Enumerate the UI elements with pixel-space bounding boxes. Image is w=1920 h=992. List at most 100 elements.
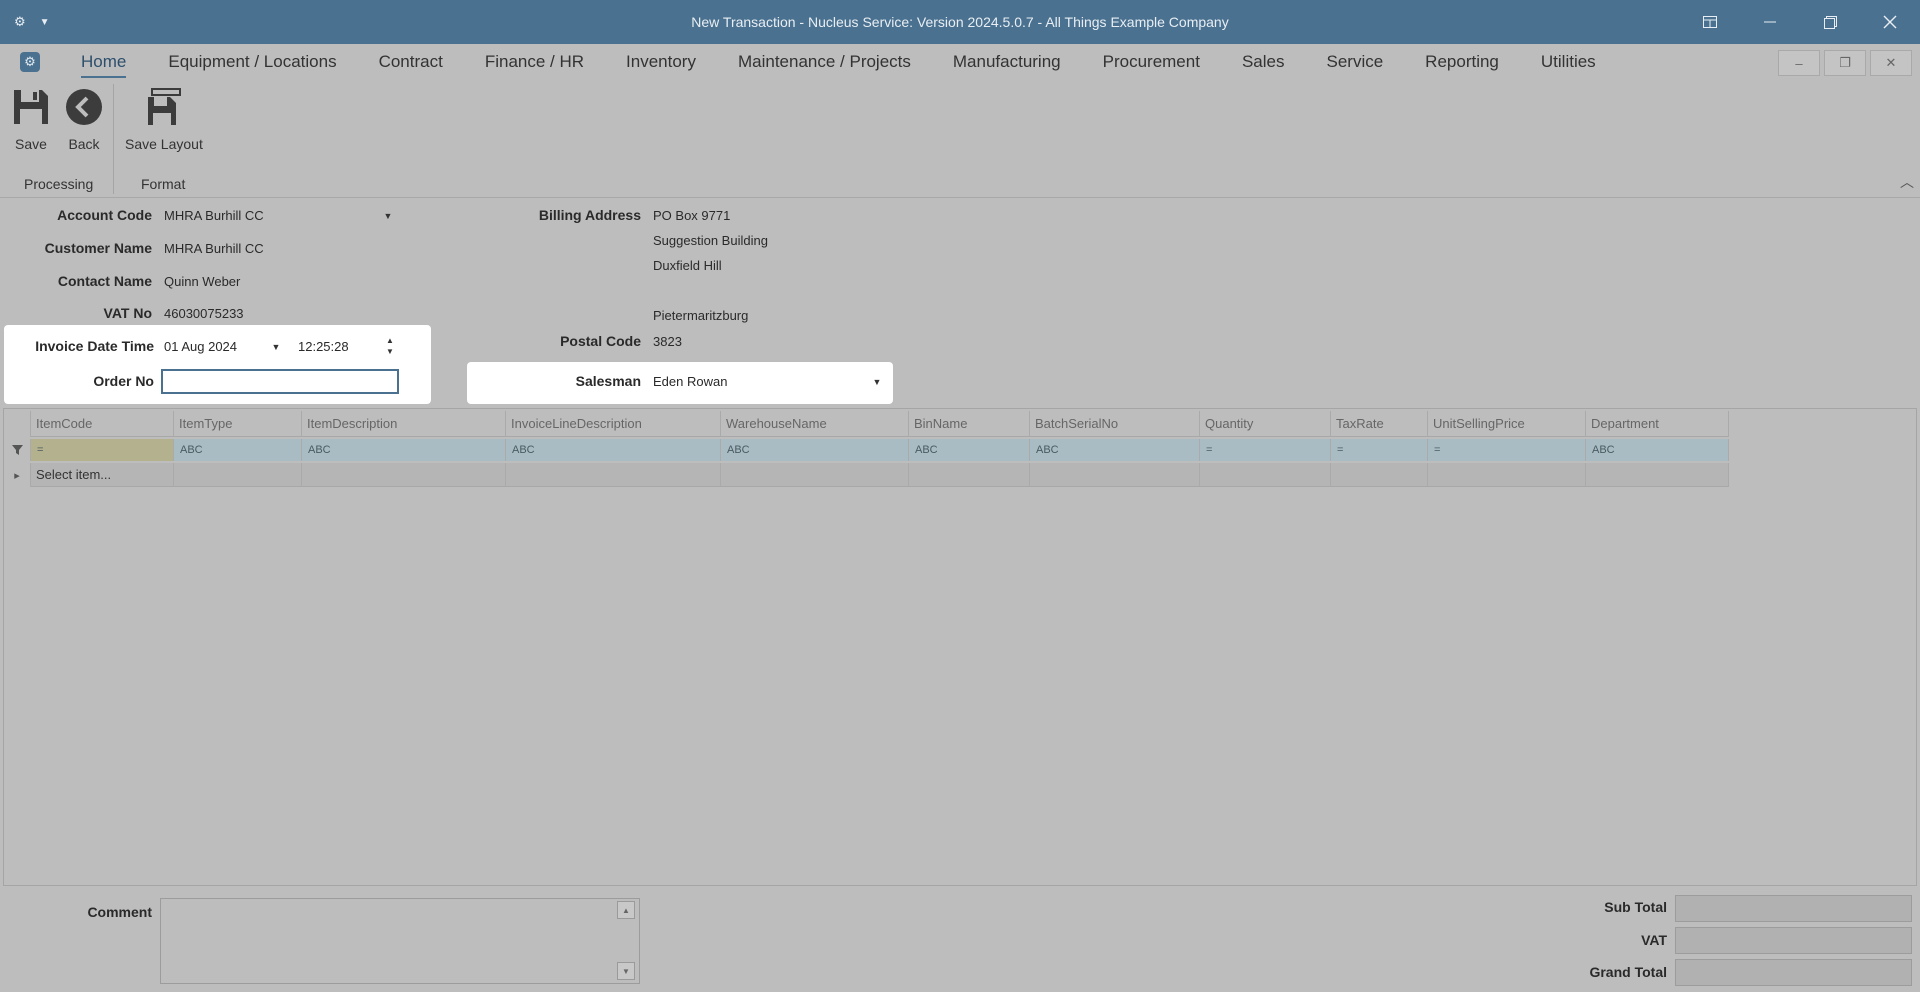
grid-cell[interactable]: [721, 463, 909, 487]
grid-cell[interactable]: [174, 463, 302, 487]
filter-cell[interactable]: =: [1331, 439, 1428, 461]
column-header[interactable]: TaxRate: [1331, 411, 1428, 437]
column-header[interactable]: BatchSerialNo: [1030, 411, 1200, 437]
column-header[interactable]: Department: [1586, 411, 1729, 437]
back-icon: [63, 86, 105, 128]
filter-icon[interactable]: [4, 439, 31, 461]
child-close-icon[interactable]: ✕: [1870, 50, 1912, 76]
customer-name-value: MHRA Burhill CC: [164, 241, 264, 256]
tab-service[interactable]: Service: [1326, 44, 1383, 80]
save-layout-label: Save Layout: [125, 136, 203, 152]
filter-cell[interactable]: ABC: [1586, 439, 1729, 461]
vat-no-value: 46030075233: [164, 306, 244, 321]
comment-label: Comment: [87, 904, 152, 920]
app-menu-icon[interactable]: ⚙: [20, 52, 40, 72]
tab-inventory[interactable]: Inventory: [626, 44, 696, 80]
grid-cell[interactable]: [1428, 463, 1586, 487]
filter-cell[interactable]: =: [31, 439, 174, 461]
grid-cell[interactable]: [1030, 463, 1200, 487]
column-header[interactable]: InvoiceLineDescription: [506, 411, 721, 437]
tab-home[interactable]: Home: [81, 44, 127, 80]
grid-cell[interactable]: [909, 463, 1030, 487]
tab-maintenance-projects[interactable]: Maintenance / Projects: [738, 44, 911, 80]
grid-cell[interactable]: [1331, 463, 1428, 487]
account-code-value[interactable]: MHRA Burhill CC: [164, 208, 264, 223]
postal-code-value: 3823: [653, 334, 682, 349]
new-item-cell[interactable]: Select item...: [31, 463, 174, 487]
collapse-ribbon-icon[interactable]: ︿: [1900, 172, 1914, 192]
ribbon-separator: [113, 84, 114, 194]
save-icon: [10, 86, 52, 128]
comment-textarea[interactable]: [160, 898, 640, 984]
window-controls: [1680, 0, 1920, 44]
save-label: Save: [15, 136, 47, 152]
billing-address-line-5: Pietermaritzburg: [653, 308, 749, 323]
invoice-date-dropdown-icon[interactable]: ▼: [271, 342, 281, 352]
grid-header-gutter: [4, 411, 31, 437]
comment-scroll-up-icon[interactable]: ▲: [617, 901, 635, 919]
column-header[interactable]: ItemDescription: [302, 411, 506, 437]
row-expand-icon[interactable]: ▸: [4, 463, 31, 487]
tab-utilities[interactable]: Utilities: [1541, 44, 1596, 80]
menu-bar: ⚙ Home Equipment / Locations Contract Fi…: [0, 44, 1920, 80]
tab-finance-hr[interactable]: Finance / HR: [485, 44, 584, 80]
filter-cell[interactable]: ABC: [1030, 439, 1200, 461]
vat-no-label: VAT No: [103, 305, 152, 321]
invoice-time-value[interactable]: 12:25:28: [298, 339, 349, 354]
account-code-label: Account Code: [57, 207, 152, 223]
tab-equipment-locations[interactable]: Equipment / Locations: [168, 44, 336, 80]
column-header[interactable]: UnitSellingPrice: [1428, 411, 1586, 437]
salesman-value[interactable]: Eden Rowan: [653, 374, 727, 389]
filter-cell[interactable]: ABC: [174, 439, 302, 461]
salesman-dropdown-icon[interactable]: ▼: [872, 377, 882, 387]
window-title: New Transaction - Nucleus Service: Versi…: [691, 14, 1229, 30]
column-header[interactable]: WarehouseName: [721, 411, 909, 437]
grid-cell[interactable]: [1200, 463, 1331, 487]
tab-procurement[interactable]: Procurement: [1103, 44, 1200, 80]
contact-name-value: Quinn Weber: [164, 274, 241, 289]
filter-cell[interactable]: =: [1428, 439, 1586, 461]
column-header[interactable]: Quantity: [1200, 411, 1331, 437]
line-items-grid: ItemCode ItemType ItemDescription Invoic…: [3, 408, 1917, 886]
filter-cell[interactable]: ABC: [721, 439, 909, 461]
tab-manufacturing[interactable]: Manufacturing: [953, 44, 1061, 80]
invoice-datetime-label: Invoice Date Time: [35, 338, 154, 354]
time-down-icon[interactable]: ▼: [385, 346, 395, 356]
layout-icon[interactable]: [1680, 0, 1740, 44]
tab-reporting[interactable]: Reporting: [1425, 44, 1499, 80]
invoice-date-value[interactable]: 01 Aug 2024: [164, 339, 237, 354]
minimize-icon[interactable]: [1740, 0, 1800, 44]
grid-header: ItemCode ItemType ItemDescription Invoic…: [4, 411, 1729, 437]
filter-cell[interactable]: ABC: [909, 439, 1030, 461]
child-restore-icon[interactable]: ❐: [1824, 50, 1866, 76]
filter-cell[interactable]: =: [1200, 439, 1331, 461]
child-window-controls: – ❐ ✕: [1778, 50, 1912, 76]
time-up-icon[interactable]: ▲: [385, 335, 395, 345]
back-button[interactable]: Back: [63, 86, 105, 152]
grid-cell[interactable]: [1586, 463, 1729, 487]
grand-total-label: Grand Total: [1589, 964, 1667, 980]
save-layout-icon: [143, 86, 185, 128]
save-layout-button[interactable]: Save Layout: [125, 86, 203, 152]
close-icon[interactable]: [1860, 0, 1920, 44]
vat-field: [1675, 927, 1912, 954]
menu-tabs: Home Equipment / Locations Contract Fina…: [81, 44, 1596, 80]
billing-address-line-3: Duxfield Hill: [653, 258, 722, 273]
tab-contract[interactable]: Contract: [379, 44, 443, 80]
column-header[interactable]: ItemCode: [31, 411, 174, 437]
grid-cell[interactable]: [506, 463, 721, 487]
back-label: Back: [68, 136, 100, 152]
filter-cell[interactable]: ABC: [506, 439, 721, 461]
order-no-input[interactable]: [161, 369, 399, 394]
column-header[interactable]: ItemType: [174, 411, 302, 437]
column-header[interactable]: BinName: [909, 411, 1030, 437]
child-minimize-icon[interactable]: –: [1778, 50, 1820, 76]
filter-cell[interactable]: ABC: [302, 439, 506, 461]
comment-scroll-down-icon[interactable]: ▼: [617, 962, 635, 980]
billing-address-label: Billing Address: [538, 207, 641, 223]
tab-sales[interactable]: Sales: [1242, 44, 1285, 80]
restore-icon[interactable]: [1800, 0, 1860, 44]
grid-cell[interactable]: [302, 463, 506, 487]
account-code-dropdown-icon[interactable]: ▼: [383, 211, 393, 221]
save-button[interactable]: Save: [10, 86, 52, 152]
